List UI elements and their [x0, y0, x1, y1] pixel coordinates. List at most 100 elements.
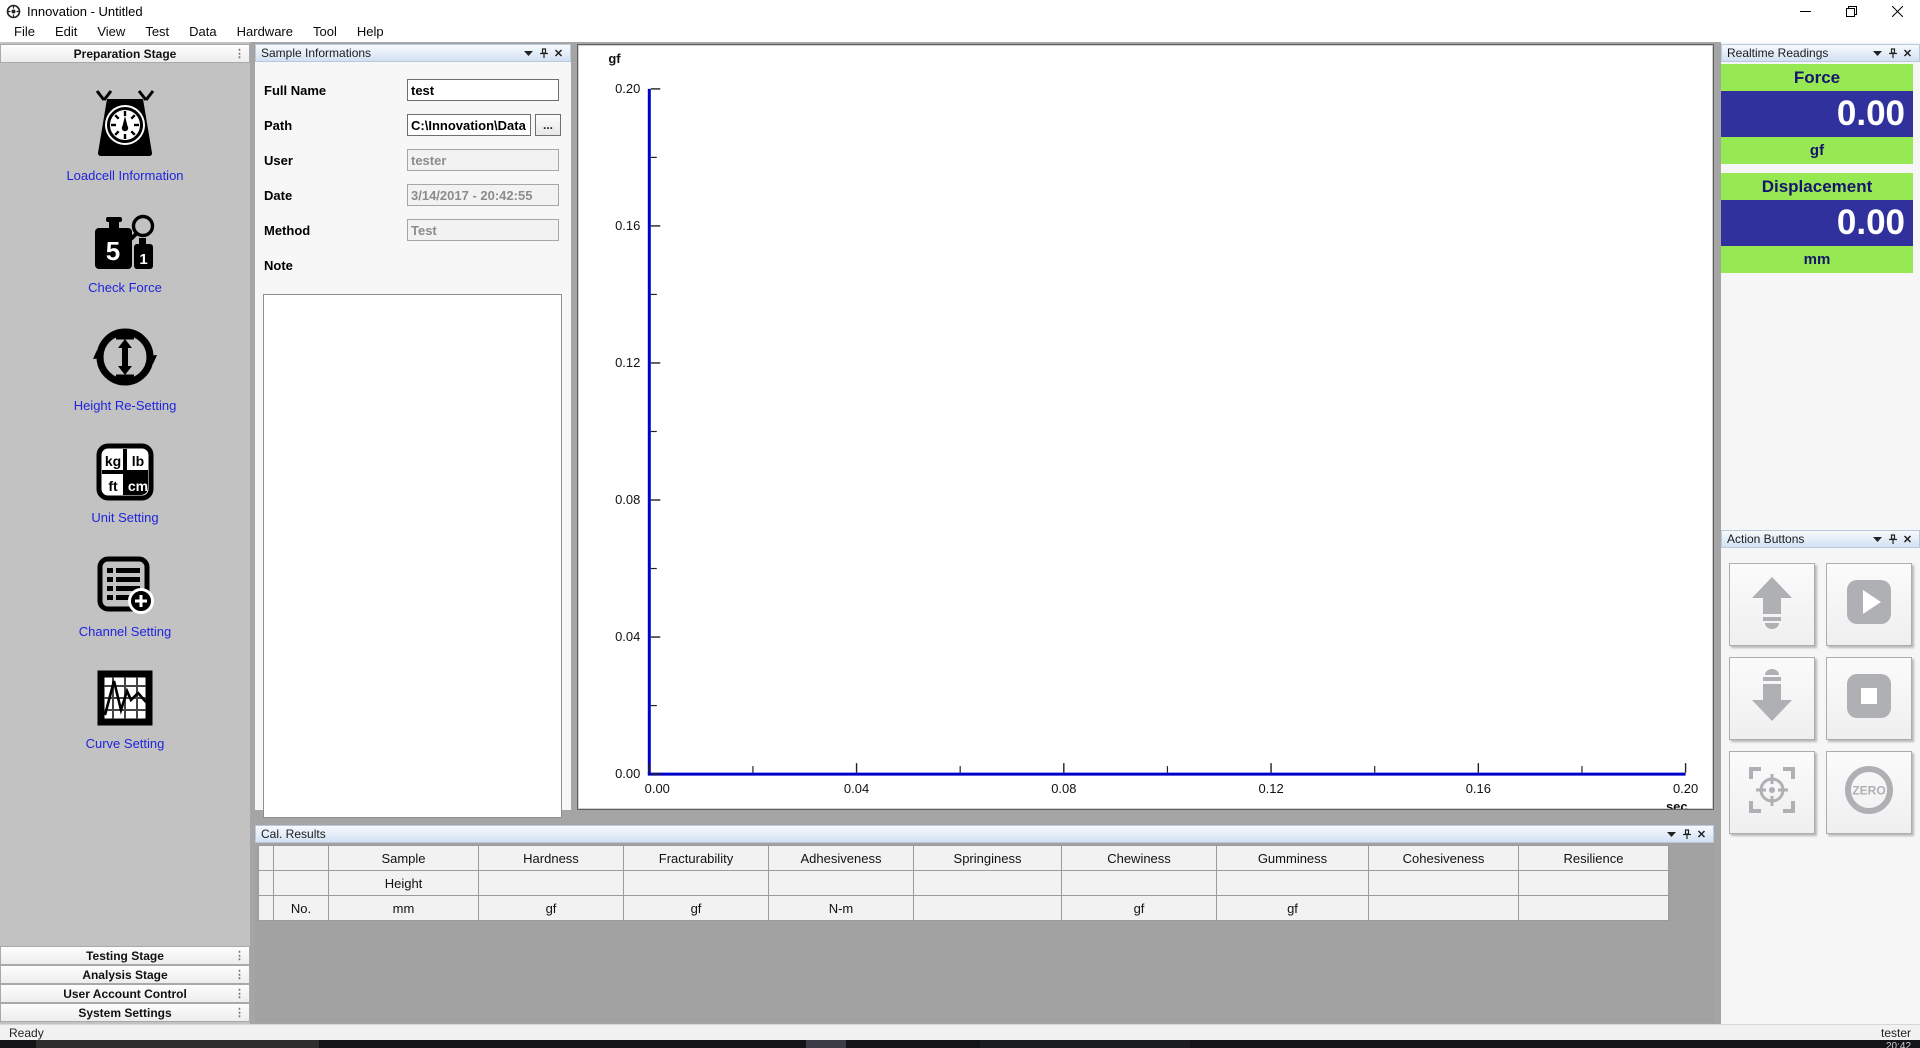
table-cell: Fracturability [624, 846, 769, 871]
menu-hardware[interactable]: Hardware [227, 22, 303, 42]
stage-label: Analysis Stage [82, 968, 167, 982]
svg-text:cm: cm [128, 478, 148, 494]
window-title: Innovation - Untitled [27, 4, 143, 19]
panel-title: Realtime Readings [1727, 46, 1870, 60]
note-textarea[interactable] [263, 294, 562, 818]
stop-icon [1841, 668, 1897, 729]
sidebar-tool-curve-setting[interactable]: Curve Setting [45, 669, 205, 751]
menu-tool[interactable]: Tool [303, 22, 347, 42]
status-message: Ready [9, 1026, 44, 1040]
stage-button-preparation[interactable]: Preparation Stage [0, 44, 250, 63]
sidebar-tool-label: Check Force [88, 280, 162, 295]
chevron-down-icon[interactable] [1870, 530, 1885, 548]
svg-text:ft: ft [108, 478, 118, 494]
minimize-button[interactable] [1782, 0, 1828, 22]
browse-button[interactable]: ... [535, 114, 561, 136]
pin-icon[interactable] [1885, 530, 1900, 548]
pin-icon[interactable] [1679, 825, 1694, 843]
table-cell [1519, 896, 1669, 921]
close-icon [1892, 6, 1903, 17]
svg-text:0.12: 0.12 [615, 355, 640, 370]
svg-text:0.00: 0.00 [645, 781, 670, 796]
menu-edit[interactable]: Edit [45, 22, 87, 42]
pin-icon[interactable] [536, 44, 551, 62]
cal-results-panel: Cal. Results ✕ SampleHardnessFracturabil… [255, 825, 1714, 1022]
sidebar-tool-height-re-setting[interactable]: Height Re-Setting [45, 325, 205, 413]
status-bar: Ready tester [0, 1024, 1920, 1040]
run-test-button[interactable] [1826, 563, 1912, 646]
zero-button[interactable]: ZERO [1826, 751, 1912, 834]
taskbar-clock: 20:42 [1886, 1041, 1911, 1048]
table-cell [274, 871, 329, 896]
table-cell [259, 896, 274, 921]
menu-bar: FileEditViewTestDataHardwareToolHelp [0, 22, 1920, 42]
find-target-button[interactable] [1729, 751, 1815, 834]
menu-help[interactable]: Help [347, 22, 394, 42]
sidebar-tool-loadcell-information[interactable]: Loadcell Information [45, 89, 205, 183]
svg-text:0.04: 0.04 [844, 781, 869, 796]
probe-down-button[interactable] [1729, 657, 1815, 740]
chevron-down-icon[interactable] [1664, 825, 1679, 843]
close-icon[interactable]: ✕ [1900, 44, 1915, 62]
table-cell [1062, 871, 1217, 896]
stage-button-user-account-control[interactable]: User Account Control [0, 984, 250, 1003]
table-cell: Height [329, 871, 479, 896]
taskbar-segment [36, 1040, 319, 1048]
table-cell [259, 871, 274, 896]
field-label: Method [255, 223, 407, 238]
svg-text:gf: gf [608, 51, 621, 66]
path-input[interactable] [407, 114, 531, 136]
date-input [407, 184, 559, 206]
stage-button-analysis-stage[interactable]: Analysis Stage [0, 965, 250, 984]
table-cell: Cohesiveness [1369, 846, 1519, 871]
chevron-down-icon[interactable] [1870, 44, 1885, 62]
field-label: Full Name [255, 83, 407, 98]
close-button[interactable] [1874, 0, 1920, 22]
table-cell: gf [1062, 896, 1217, 921]
sample-info-form: Full NamePath...UserDateMethodNote [255, 62, 571, 810]
full-name-input[interactable] [407, 79, 559, 101]
stage-label: User Account Control [63, 987, 187, 1001]
probe-up-button[interactable] [1729, 563, 1815, 646]
chevron-down-icon[interactable] [521, 44, 536, 62]
table-cell: gf [624, 896, 769, 921]
stage-label: System Settings [78, 1006, 171, 1020]
panel-title: Sample Informations [261, 46, 521, 60]
realtime-readings-header: Realtime Readings ✕ [1721, 44, 1920, 62]
svg-text:0.08: 0.08 [1051, 781, 1076, 796]
table-cell: Resilience [1519, 846, 1669, 871]
close-icon[interactable]: ✕ [1694, 825, 1709, 843]
stop-button[interactable] [1826, 657, 1912, 740]
sidebar-tool-channel-setting[interactable]: Channel Setting [45, 555, 205, 639]
stage-button-system-settings[interactable]: System Settings [0, 1003, 250, 1022]
application-window: Innovation - Untitled FileEditViewTestDa… [0, 0, 1920, 1048]
app-logo-icon [6, 4, 21, 19]
svg-text:5: 5 [106, 236, 120, 266]
svg-text:0.04: 0.04 [615, 629, 640, 644]
close-icon[interactable]: ✕ [1900, 530, 1915, 548]
menu-test[interactable]: Test [135, 22, 179, 42]
menu-file[interactable]: File [4, 22, 45, 42]
table-cell [259, 846, 274, 871]
panel-title: Cal. Results [261, 827, 1664, 841]
restore-button[interactable] [1828, 0, 1874, 22]
field-label: Date [255, 188, 407, 203]
svg-text:0.08: 0.08 [615, 492, 640, 507]
table-cell: Chewiness [1062, 846, 1217, 871]
menu-view[interactable]: View [87, 22, 135, 42]
table-cell [1519, 871, 1669, 896]
table-row: SampleHardnessFracturabilityAdhesiveness… [259, 846, 1669, 871]
height-reset-icon [93, 325, 157, 394]
menu-data[interactable]: Data [179, 22, 226, 42]
pin-icon[interactable] [1885, 44, 1900, 62]
stage-button-testing-stage[interactable]: Testing Stage [0, 946, 250, 965]
status-user: tester [1881, 1026, 1911, 1040]
table-row: Height [259, 871, 1669, 896]
reading-value: 0.00 [1721, 91, 1913, 137]
sidebar-tool-unit-setting[interactable]: kg lb ft cmUnit Setting [45, 443, 205, 525]
sidebar-tool-check-force[interactable]: 5 1Check Force [45, 213, 205, 295]
form-row-path: Path... [255, 113, 571, 137]
svg-text:lb: lb [132, 453, 144, 469]
play-icon [1841, 574, 1897, 635]
close-icon[interactable]: ✕ [551, 44, 566, 62]
